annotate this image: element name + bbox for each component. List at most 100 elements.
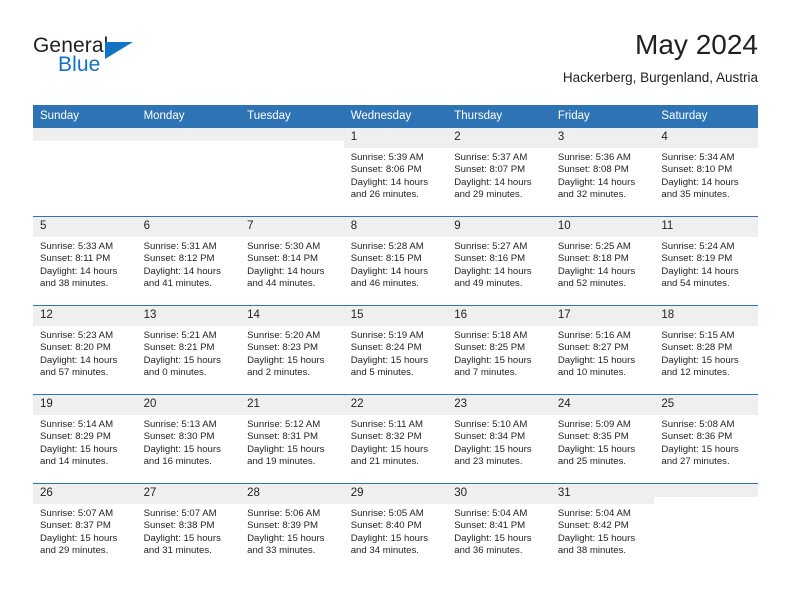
sunrise-text: Sunrise: 5:14 AM bbox=[40, 419, 114, 430]
calendar-day-cell[interactable]: 16 Sunrise: 5:18 AM Sunset: 8:25 PM Dayligh… bbox=[447, 305, 551, 395]
title-block: May 2024 Hackerberg, Burgenland, Austria bbox=[563, 28, 758, 88]
day-number: 25 bbox=[654, 395, 758, 415]
sunset-text: Sunset: 8:37 PM bbox=[40, 520, 111, 532]
day-sun-info: Sunrise: 5:34 AM Sunset: 8:10 PM Daylight:… bbox=[654, 148, 758, 201]
page-header: General Blue May 2024 Hackerberg, Burgen… bbox=[33, 28, 758, 98]
calendar-day-cell[interactable]: 2 Sunrise: 5:37 AM Sunset: 8:07 PM Daylight… bbox=[447, 127, 551, 217]
sunrise-text: Sunrise: 5:10 AM bbox=[454, 419, 528, 430]
page-title: May 2024 bbox=[635, 29, 758, 60]
general-blue-logo[interactable]: General Blue bbox=[33, 34, 153, 86]
sunset-text: Sunset: 8:19 PM bbox=[661, 253, 733, 265]
calendar-day-cell[interactable]: 12 Sunrise: 5:23 AM Sunset: 8:20 PM Dayligh… bbox=[33, 305, 137, 395]
calendar-day-cell[interactable]: 30 Sunrise: 5:04 AM Sunset: 8:41 PM Dayligh… bbox=[447, 483, 551, 573]
daylight-text: Daylight: 14 hours and 35 minutes. bbox=[661, 176, 739, 201]
sunrise-text: Sunrise: 5:15 AM bbox=[661, 330, 735, 341]
calendar-day-cell[interactable]: 20 Sunrise: 5:13 AM Sunset: 8:30 PM Dayligh… bbox=[136, 394, 241, 484]
calendar-day-cell[interactable]: 3 Sunrise: 5:36 AM Sunset: 8:08 PM Daylight… bbox=[550, 127, 655, 217]
calendar-day-cell[interactable]: 15 Sunrise: 5:19 AM Sunset: 8:24 PM Dayligh… bbox=[343, 305, 448, 395]
calendar-day-cell[interactable]: 17 Sunrise: 5:16 AM Sunset: 8:27 PM Dayligh… bbox=[550, 305, 655, 395]
sunset-text: Sunset: 8:34 PM bbox=[454, 431, 526, 443]
calendar-day-cell-empty bbox=[136, 127, 241, 217]
calendar-day-cell[interactable]: 22 Sunrise: 5:11 AM Sunset: 8:32 PM Dayligh… bbox=[343, 394, 448, 484]
day-number: 3 bbox=[550, 128, 655, 148]
calendar-week-row: 5 Sunrise: 5:33 AM Sunset: 8:11 PM Daylight… bbox=[33, 216, 758, 306]
day-sun-info: Sunrise: 5:30 AM Sunset: 8:14 PM Daylight:… bbox=[240, 237, 344, 290]
location-subtitle: Hackerberg, Burgenland, Austria bbox=[562, 70, 758, 85]
sunrise-text: Sunrise: 5:31 AM bbox=[143, 241, 217, 252]
sunset-text: Sunset: 8:12 PM bbox=[143, 253, 215, 265]
day-number: 27 bbox=[136, 484, 241, 504]
calendar-day-cell[interactable]: 13 Sunrise: 5:21 AM Sunset: 8:21 PM Dayligh… bbox=[136, 305, 241, 395]
calendar-grid: Sunday Monday Tuesday Wednesday Thursday… bbox=[33, 105, 758, 573]
calendar-day-cell[interactable]: 25 Sunrise: 5:08 AM Sunset: 8:36 PM Dayligh… bbox=[654, 394, 758, 484]
sunset-text: Sunset: 8:06 PM bbox=[350, 164, 422, 176]
calendar-day-cell[interactable]: 11 Sunrise: 5:24 AM Sunset: 8:19 PM Dayligh… bbox=[654, 216, 758, 306]
day-number: 24 bbox=[550, 395, 655, 415]
sunrise-text: Sunrise: 5:16 AM bbox=[557, 330, 631, 341]
calendar-day-cell[interactable]: 14 Sunrise: 5:20 AM Sunset: 8:23 PM Dayligh… bbox=[240, 305, 344, 395]
day-number: 17 bbox=[550, 306, 655, 326]
sunset-text: Sunset: 8:27 PM bbox=[557, 342, 629, 354]
calendar-day-cell[interactable]: 27 Sunrise: 5:07 AM Sunset: 8:38 PM Dayligh… bbox=[136, 483, 241, 573]
calendar-day-cell[interactable]: 5 Sunrise: 5:33 AM Sunset: 8:11 PM Daylight… bbox=[33, 216, 137, 306]
calendar-day-cell[interactable]: 1 Sunrise: 5:39 AM Sunset: 8:06 PM Daylight… bbox=[343, 127, 448, 217]
sunrise-text: Sunrise: 5:25 AM bbox=[557, 241, 631, 252]
day-number: 5 bbox=[33, 217, 137, 237]
sunset-text: Sunset: 8:08 PM bbox=[557, 164, 629, 176]
calendar-day-cell[interactable]: 10 Sunrise: 5:25 AM Sunset: 8:18 PM Dayligh… bbox=[550, 216, 655, 306]
calendar-day-cell[interactable]: 21 Sunrise: 5:12 AM Sunset: 8:31 PM Dayligh… bbox=[240, 394, 344, 484]
day-number: 30 bbox=[447, 484, 551, 504]
day-sun-info: Sunrise: 5:07 AM Sunset: 8:38 PM Daylight:… bbox=[137, 504, 241, 557]
daylight-text: Daylight: 15 hours and 2 minutes. bbox=[247, 354, 325, 379]
weekday-header-monday: Monday bbox=[136, 105, 241, 128]
day-sun-info: Sunrise: 5:20 AM Sunset: 8:23 PM Daylight:… bbox=[240, 326, 344, 379]
daylight-text: Daylight: 15 hours and 34 minutes. bbox=[350, 532, 429, 557]
sunset-text: Sunset: 8:29 PM bbox=[40, 431, 111, 443]
calendar-day-cell[interactable]: 18 Sunrise: 5:15 AM Sunset: 8:28 PM Dayligh… bbox=[654, 305, 758, 395]
daylight-text: Daylight: 14 hours and 41 minutes. bbox=[143, 265, 221, 290]
day-sun-info: Sunrise: 5:27 AM Sunset: 8:16 PM Daylight:… bbox=[447, 237, 551, 290]
daylight-text: Daylight: 15 hours and 0 minutes. bbox=[143, 354, 221, 379]
calendar-day-cell-empty bbox=[654, 483, 758, 573]
day-number: 9 bbox=[447, 217, 551, 237]
daylight-text: Daylight: 15 hours and 31 minutes. bbox=[143, 532, 221, 557]
calendar-day-cell[interactable]: 4 Sunrise: 5:34 AM Sunset: 8:10 PM Daylight… bbox=[654, 127, 758, 217]
sunrise-text: Sunrise: 5:37 AM bbox=[454, 152, 528, 163]
day-number: 12 bbox=[33, 306, 137, 326]
sunrise-text: Sunrise: 5:20 AM bbox=[247, 330, 321, 341]
calendar-day-cell[interactable]: 8 Sunrise: 5:28 AM Sunset: 8:15 PM Daylight… bbox=[343, 216, 448, 306]
sunrise-text: Sunrise: 5:19 AM bbox=[350, 330, 424, 341]
day-sun-info: Sunrise: 5:23 AM Sunset: 8:20 PM Daylight:… bbox=[33, 326, 137, 379]
day-number: 19 bbox=[33, 395, 137, 415]
day-number bbox=[136, 128, 241, 141]
daylight-text: Daylight: 15 hours and 27 minutes. bbox=[661, 443, 739, 468]
day-number: 23 bbox=[447, 395, 551, 415]
calendar-week-row: 26 Sunrise: 5:07 AM Sunset: 8:37 PM Dayligh… bbox=[33, 483, 758, 573]
calendar-day-cell[interactable]: 31 Sunrise: 5:04 AM Sunset: 8:42 PM Dayligh… bbox=[550, 483, 655, 573]
day-sun-info: Sunrise: 5:18 AM Sunset: 8:25 PM Daylight:… bbox=[447, 326, 551, 379]
calendar-day-cell[interactable]: 26 Sunrise: 5:07 AM Sunset: 8:37 PM Dayligh… bbox=[33, 483, 137, 573]
sunset-text: Sunset: 8:32 PM bbox=[350, 431, 422, 443]
calendar-day-cell[interactable]: 29 Sunrise: 5:05 AM Sunset: 8:40 PM Dayligh… bbox=[343, 483, 448, 573]
sunrise-text: Sunrise: 5:08 AM bbox=[661, 419, 735, 430]
day-sun-info: Sunrise: 5:04 AM Sunset: 8:41 PM Daylight:… bbox=[447, 504, 551, 557]
sunset-text: Sunset: 8:18 PM bbox=[557, 253, 629, 265]
calendar-day-cell[interactable]: 28 Sunrise: 5:06 AM Sunset: 8:39 PM Dayligh… bbox=[240, 483, 344, 573]
calendar-day-cell[interactable]: 23 Sunrise: 5:10 AM Sunset: 8:34 PM Dayligh… bbox=[447, 394, 551, 484]
daylight-text: Daylight: 15 hours and 36 minutes. bbox=[454, 532, 532, 557]
sunrise-text: Sunrise: 5:23 AM bbox=[40, 330, 114, 341]
sunset-text: Sunset: 8:21 PM bbox=[143, 342, 215, 354]
day-sun-info: Sunrise: 5:37 AM Sunset: 8:07 PM Daylight:… bbox=[447, 148, 551, 201]
daylight-text: Daylight: 15 hours and 7 minutes. bbox=[454, 354, 532, 379]
calendar-day-cell[interactable]: 19 Sunrise: 5:14 AM Sunset: 8:29 PM Dayligh… bbox=[33, 394, 137, 484]
calendar-day-cell[interactable]: 6 Sunrise: 5:31 AM Sunset: 8:12 PM Daylight… bbox=[136, 216, 241, 306]
sunrise-text: Sunrise: 5:09 AM bbox=[557, 419, 631, 430]
day-number: 31 bbox=[550, 484, 655, 504]
sunset-text: Sunset: 8:15 PM bbox=[350, 253, 422, 265]
calendar-day-cell[interactable]: 9 Sunrise: 5:27 AM Sunset: 8:16 PM Daylight… bbox=[447, 216, 551, 306]
calendar-day-cell[interactable]: 7 Sunrise: 5:30 AM Sunset: 8:14 PM Daylight… bbox=[240, 216, 344, 306]
weekday-header-sunday: Sunday bbox=[33, 105, 137, 128]
sunset-text: Sunset: 8:38 PM bbox=[143, 520, 215, 532]
day-number bbox=[654, 484, 758, 497]
calendar-day-cell[interactable]: 24 Sunrise: 5:09 AM Sunset: 8:35 PM Dayligh… bbox=[550, 394, 655, 484]
